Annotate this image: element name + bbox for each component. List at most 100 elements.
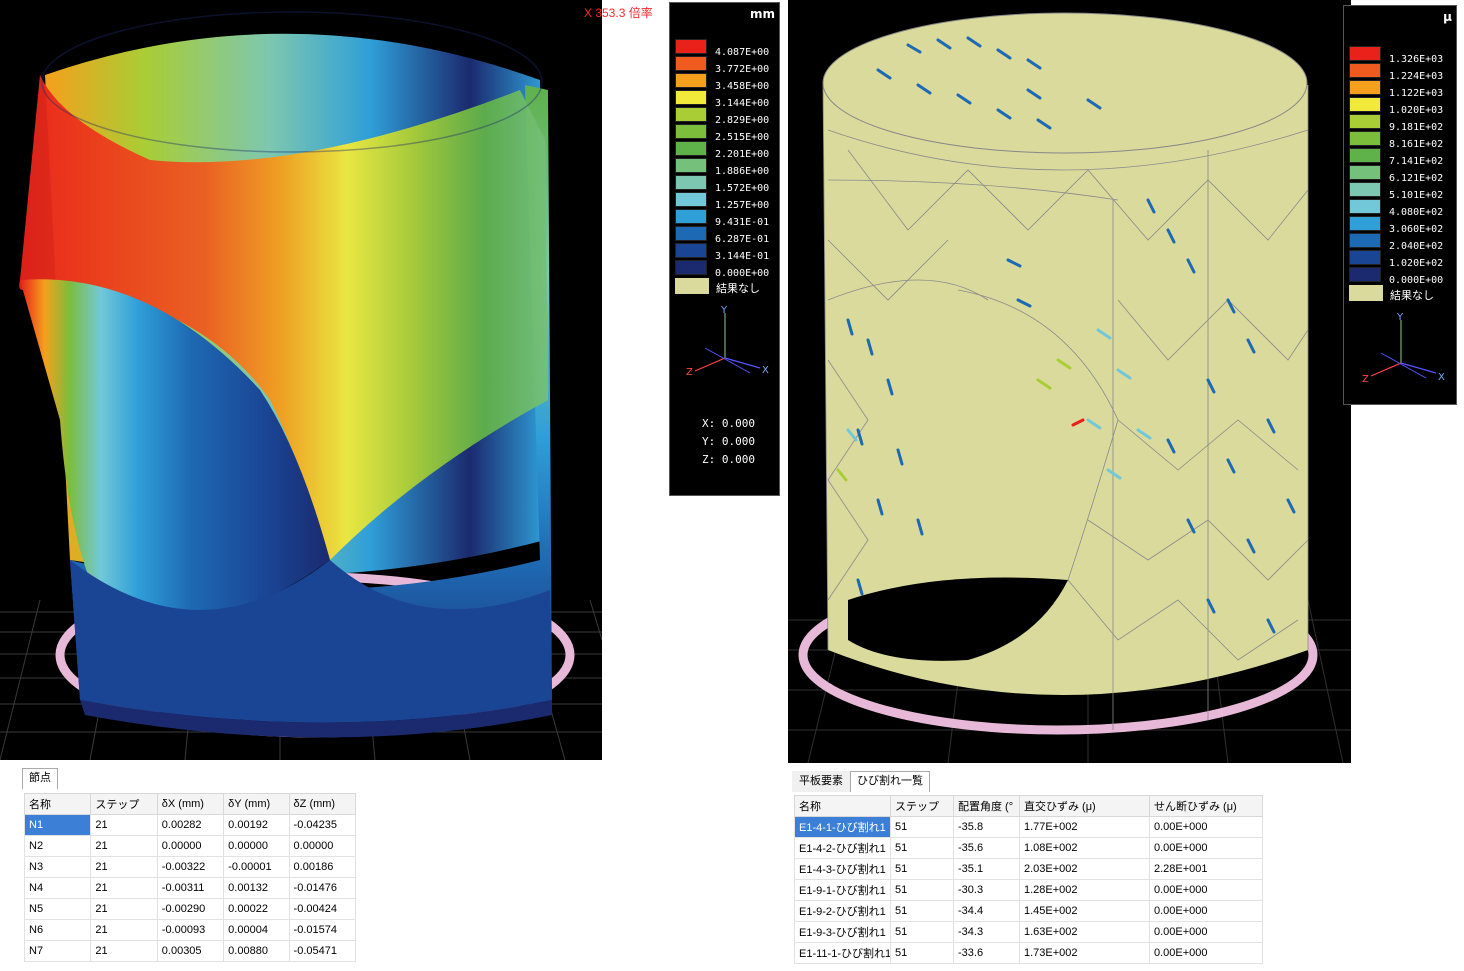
crack-row[interactable]: E1-9-1-ひび割れ1 51 -30.3 1.28E+002 0.00E+000 <box>794 879 1263 901</box>
crack-row[interactable]: E1-9-2-ひび割れ1 51 -34.4 1.45E+002 0.00E+000 <box>794 900 1263 922</box>
table-cell[interactable]: 1.73E+002 <box>1019 942 1150 964</box>
table-cell[interactable]: -30.3 <box>953 879 1020 901</box>
node-row[interactable]: N4 21 -0.00311 0.00132 -0.01476 <box>23 877 357 899</box>
node-row[interactable]: N5 21 -0.00290 0.00022 -0.00424 <box>23 898 357 920</box>
table-cell[interactable]: N2 <box>23 835 92 857</box>
column-header[interactable]: 直交ひずみ (μ) <box>1019 795 1150 817</box>
table-cell[interactable]: E1-9-1-ひび割れ1 <box>794 879 891 901</box>
node-row[interactable]: N7 21 0.00305 0.00880 -0.05471 <box>23 940 357 962</box>
crack-row[interactable]: E1-11-1-ひび割れ1 51 -33.6 1.73E+002 0.00E+000 <box>794 942 1263 964</box>
crack-row[interactable]: E1-4-2-ひび割れ1 51 -35.6 1.08E+002 0.00E+000 <box>794 837 1263 859</box>
table-cell[interactable]: 0.00E+000 <box>1149 900 1263 922</box>
column-header[interactable]: δZ (mm) <box>288 793 357 815</box>
deformation-viewport[interactable] <box>0 0 602 760</box>
table-cell[interactable]: 1.08E+002 <box>1019 837 1150 859</box>
column-header[interactable]: ステップ <box>890 795 954 817</box>
table-cell[interactable]: 21 <box>90 940 158 962</box>
table-cell[interactable]: 21 <box>90 898 158 920</box>
table-cell[interactable]: 1.77E+002 <box>1019 816 1150 838</box>
table-cell[interactable]: E1-4-3-ひび割れ1 <box>794 858 891 880</box>
table-cell[interactable]: 0.00022 <box>223 898 290 920</box>
table-cell[interactable]: 21 <box>90 814 158 836</box>
column-header[interactable]: 配置角度 (° <box>953 795 1020 817</box>
table-cell[interactable]: N4 <box>23 877 92 899</box>
table-cell[interactable]: E1-4-2-ひび割れ1 <box>794 837 891 859</box>
table-cell[interactable]: 0.00880 <box>223 940 290 962</box>
table-cell[interactable]: E1-4-1-ひび割れ1 <box>794 816 891 838</box>
tab-nodes[interactable]: 節点 <box>22 768 58 789</box>
nodes-table[interactable]: 名称 ステップ δX (mm) δY (mm) δZ (mm) N1 21 0.00282 0… <box>23 793 357 962</box>
table-cell[interactable]: 0.00E+000 <box>1149 879 1263 901</box>
crack-row[interactable]: E1-4-1-ひび割れ1 51 -35.8 1.77E+002 0.00E+000 <box>794 816 1263 838</box>
table-cell[interactable]: 0.00132 <box>223 877 290 899</box>
table-cell[interactable]: E1-11-1-ひび割れ1 <box>794 942 891 964</box>
table-cell[interactable]: 51 <box>890 816 954 838</box>
node-row[interactable]: N6 21 -0.00093 0.00004 -0.01574 <box>23 919 357 941</box>
crack-row[interactable]: E1-9-3-ひび割れ1 51 -34.3 1.63E+002 0.00E+000 <box>794 921 1263 943</box>
table-cell[interactable]: -0.00311 <box>156 877 225 899</box>
column-header[interactable]: δX (mm) <box>156 793 225 815</box>
table-cell[interactable]: -34.4 <box>953 900 1020 922</box>
table-cell[interactable]: N5 <box>23 898 92 920</box>
table-cell[interactable]: 0.00000 <box>223 835 290 857</box>
table-cell[interactable]: 51 <box>890 900 954 922</box>
node-row[interactable]: N3 21 -0.00322 -0.00001 0.00186 <box>23 856 357 878</box>
table-cell[interactable]: -35.1 <box>953 858 1020 880</box>
table-cell[interactable]: N1 <box>23 814 92 836</box>
table-cell[interactable]: 0.00192 <box>223 814 290 836</box>
table-cell[interactable]: -0.00001 <box>223 856 290 878</box>
table-cell[interactable]: -0.04235 <box>288 814 357 836</box>
tab-crack-list[interactable]: ひび割れ一覧 <box>850 771 930 792</box>
table-cell[interactable]: N7 <box>23 940 92 962</box>
table-cell[interactable]: -35.6 <box>953 837 1020 859</box>
table-cell[interactable]: -0.00290 <box>156 898 225 920</box>
table-cell[interactable]: 51 <box>890 858 954 880</box>
table-cell[interactable]: 51 <box>890 942 954 964</box>
table-cell[interactable]: -33.6 <box>953 942 1020 964</box>
table-cell[interactable]: 2.28E+001 <box>1149 858 1263 880</box>
table-cell[interactable]: 1.28E+002 <box>1019 879 1150 901</box>
table-cell[interactable]: 51 <box>890 837 954 859</box>
table-cell[interactable]: -0.00424 <box>288 898 357 920</box>
table-cell[interactable]: N6 <box>23 919 92 941</box>
node-row[interactable]: N2 21 0.00000 0.00000 0.00000 <box>23 835 357 857</box>
table-cell[interactable]: 21 <box>90 877 158 899</box>
table-cell[interactable]: N3 <box>23 856 92 878</box>
table-cell[interactable]: 21 <box>90 856 158 878</box>
table-cell[interactable]: -0.00322 <box>156 856 225 878</box>
table-cell[interactable]: 0.00305 <box>156 940 225 962</box>
table-cell[interactable]: 2.03E+002 <box>1019 858 1150 880</box>
table-cell[interactable]: -0.01476 <box>288 877 357 899</box>
column-header[interactable]: 名称 <box>794 795 891 817</box>
table-cell[interactable]: E1-9-3-ひび割れ1 <box>794 921 891 943</box>
table-cell[interactable]: 0.00E+000 <box>1149 837 1263 859</box>
table-cell[interactable]: 21 <box>90 919 158 941</box>
table-cell[interactable]: -0.01574 <box>288 919 357 941</box>
table-cell[interactable]: E1-9-2-ひび割れ1 <box>794 900 891 922</box>
table-cell[interactable]: 0.00E+000 <box>1149 921 1263 943</box>
table-cell[interactable]: 0.00004 <box>223 919 290 941</box>
crack-row[interactable]: E1-4-3-ひび割れ1 51 -35.1 2.03E+002 2.28E+001 <box>794 858 1263 880</box>
column-header[interactable]: δY (mm) <box>223 793 290 815</box>
table-cell[interactable]: 1.63E+002 <box>1019 921 1150 943</box>
column-header[interactable]: せん断ひずみ (μ) <box>1149 795 1263 817</box>
table-cell[interactable]: -0.05471 <box>288 940 357 962</box>
node-row[interactable]: N1 21 0.00282 0.00192 -0.04235 <box>23 814 357 836</box>
column-header[interactable]: ステップ <box>90 793 158 815</box>
tab-plate-elements[interactable]: 平板要素 <box>792 771 850 792</box>
table-cell[interactable]: 0.00282 <box>156 814 225 836</box>
table-cell[interactable]: -35.8 <box>953 816 1020 838</box>
cracks-table[interactable]: 名称 ステップ 配置角度 (° 直交ひずみ (μ) せん断ひずみ (μ) E1-4-1-… <box>794 795 1263 964</box>
table-cell[interactable]: 0.00000 <box>288 835 357 857</box>
table-cell[interactable]: 0.00000 <box>156 835 225 857</box>
table-cell[interactable]: 51 <box>890 879 954 901</box>
table-cell[interactable]: 51 <box>890 921 954 943</box>
table-cell[interactable]: -34.3 <box>953 921 1020 943</box>
table-cell[interactable]: 21 <box>90 835 158 857</box>
column-header[interactable]: 名称 <box>23 793 92 815</box>
table-cell[interactable]: 0.00186 <box>288 856 357 878</box>
table-cell[interactable]: 1.45E+002 <box>1019 900 1150 922</box>
table-cell[interactable]: -0.00093 <box>156 919 225 941</box>
table-cell[interactable]: 0.00E+000 <box>1149 816 1263 838</box>
table-cell[interactable]: 0.00E+000 <box>1149 942 1263 964</box>
